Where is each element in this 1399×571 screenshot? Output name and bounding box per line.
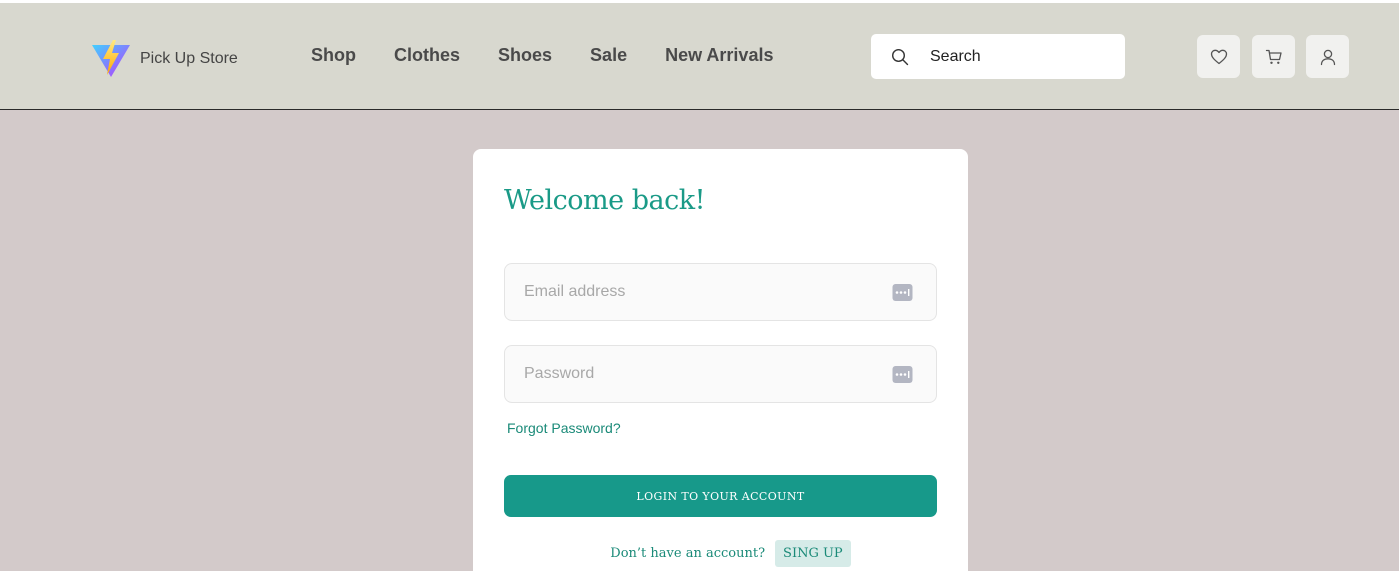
user-icon xyxy=(1320,49,1335,65)
main-nav: Shop Clothes Shoes Sale New Arrivals xyxy=(311,45,811,66)
cart-button[interactable] xyxy=(1252,35,1295,78)
signup-prompt: Don’t have an account? xyxy=(610,546,766,561)
login-card: Welcome back! Forgot Password? LOGIN xyxy=(473,149,968,571)
signup-row: Don’t have an account? SING UP xyxy=(473,540,968,567)
brand-name: Pick Up Store xyxy=(140,50,238,67)
cart-icon xyxy=(1265,49,1282,64)
search-box[interactable] xyxy=(871,34,1125,79)
site-header: Pick Up Store Shop Clothes Shoes Sale Ne… xyxy=(0,3,1399,110)
nav-shoes[interactable]: Shoes xyxy=(498,45,552,66)
nav-sale[interactable]: Sale xyxy=(590,45,627,66)
wishlist-button[interactable] xyxy=(1197,35,1240,78)
nav-new-arrivals[interactable]: New Arrivals xyxy=(665,45,773,66)
nav-shop[interactable]: Shop xyxy=(311,45,356,66)
forgot-password-link[interactable]: Forgot Password? xyxy=(507,420,621,436)
signup-button[interactable]: SING UP xyxy=(775,540,851,567)
logo-icon xyxy=(92,40,130,77)
password-input[interactable] xyxy=(524,365,874,383)
account-button[interactable] xyxy=(1306,35,1349,78)
login-button[interactable]: LOGIN TO YOUR ACCOUNT xyxy=(504,475,937,517)
password-manager-icon[interactable] xyxy=(892,365,913,384)
heart-icon xyxy=(1210,49,1227,64)
password-manager-icon[interactable] xyxy=(892,283,913,302)
login-title: Welcome back! xyxy=(504,185,705,216)
brand[interactable]: Pick Up Store xyxy=(91,39,238,79)
search-icon xyxy=(891,48,909,65)
email-input[interactable] xyxy=(524,283,874,301)
email-field[interactable] xyxy=(504,263,937,321)
search-input[interactable] xyxy=(930,47,1110,66)
password-field[interactable] xyxy=(504,345,937,403)
nav-clothes[interactable]: Clothes xyxy=(394,45,460,66)
